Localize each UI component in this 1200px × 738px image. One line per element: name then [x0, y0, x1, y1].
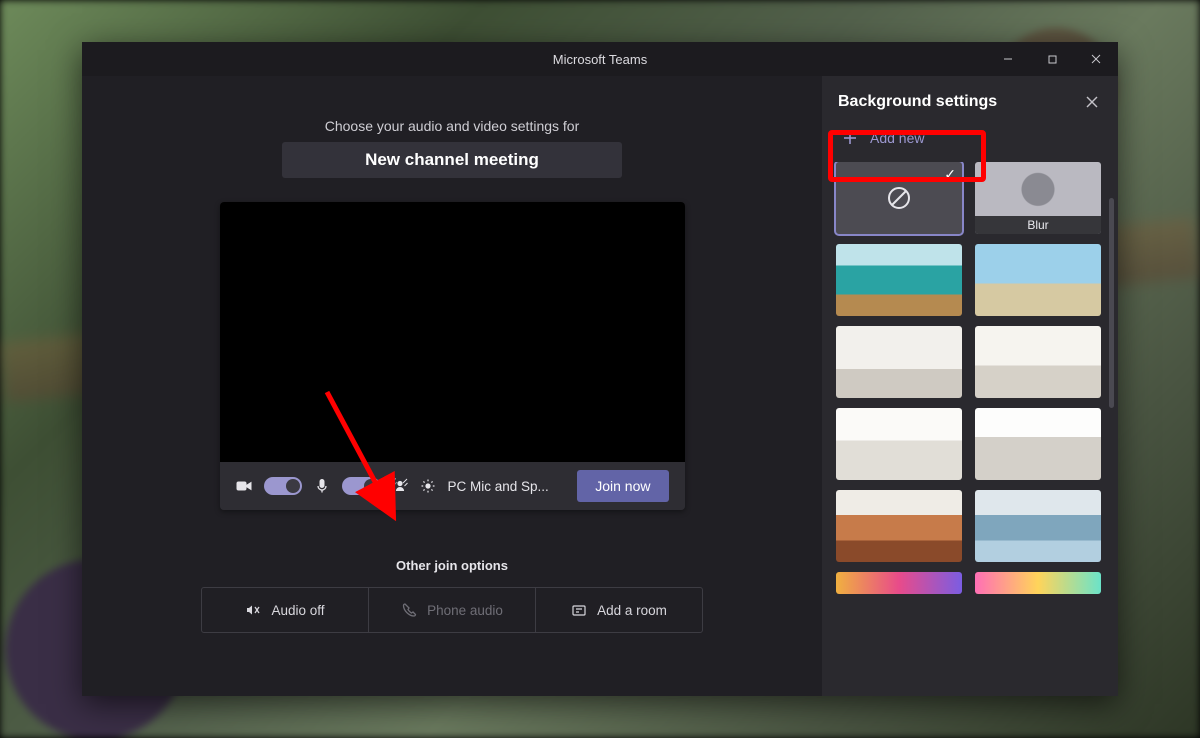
microphone-toggle[interactable] [342, 477, 380, 495]
maximize-button[interactable] [1030, 42, 1074, 76]
window-controls [986, 42, 1118, 76]
camera-toggle[interactable] [264, 477, 302, 495]
audio-off-button[interactable]: Audio off [202, 588, 369, 632]
minimize-button[interactable] [986, 42, 1030, 76]
device-settings-icon[interactable] [420, 478, 436, 494]
close-button[interactable] [1074, 42, 1118, 76]
meeting-name: New channel meeting [282, 142, 622, 178]
add-new-label: Add new [870, 130, 924, 146]
video-preview-card: PC Mic and Sp... Join now [220, 202, 685, 510]
audio-device-label[interactable]: PC Mic and Sp... [448, 479, 549, 494]
window-title: Microsoft Teams [553, 52, 647, 67]
phone-icon [401, 602, 417, 618]
room-icon [571, 602, 587, 618]
add-room-button[interactable]: Add a room [536, 588, 702, 632]
video-preview [220, 202, 685, 462]
join-now-button[interactable]: Join now [577, 470, 668, 502]
background-none-tile[interactable]: ✓ [836, 162, 962, 234]
background-image-tile[interactable] [836, 490, 962, 562]
phone-audio-label: Phone audio [427, 603, 503, 618]
background-image-tile[interactable] [836, 244, 962, 316]
background-image-tile[interactable] [975, 326, 1101, 398]
background-settings-panel: Background settings Add new ✓ [822, 76, 1118, 696]
panel-scrollbar[interactable] [1109, 198, 1114, 408]
background-image-tile[interactable] [836, 326, 962, 398]
phone-audio-button: Phone audio [369, 588, 536, 632]
background-image-tile[interactable] [836, 408, 962, 480]
background-image-tile[interactable] [975, 244, 1101, 316]
teams-window: Microsoft Teams Choose your audio and vi… [82, 42, 1118, 696]
blur-label: Blur [975, 216, 1101, 234]
background-image-tile[interactable] [975, 408, 1101, 480]
background-blur-tile[interactable]: Blur [975, 162, 1101, 234]
close-panel-button[interactable] [1082, 92, 1102, 112]
other-options-heading: Other join options [396, 558, 508, 573]
add-room-label: Add a room [597, 603, 667, 618]
background-image-tile[interactable] [975, 490, 1101, 562]
background-grid: ✓ Blur [822, 162, 1118, 608]
background-image-tile[interactable] [836, 572, 962, 594]
none-icon [886, 185, 912, 211]
title-bar: Microsoft Teams [82, 42, 1118, 76]
prejoin-area: Choose your audio and video settings for… [82, 76, 822, 696]
other-options-row: Audio off Phone audio Add a room [201, 587, 703, 633]
microphone-icon [314, 478, 330, 494]
panel-title: Background settings [838, 93, 997, 111]
settings-heading: Choose your audio and video settings for [325, 118, 580, 134]
camera-icon [236, 478, 252, 494]
plus-icon [842, 130, 858, 146]
speaker-off-icon [245, 602, 261, 618]
background-effects-icon[interactable] [392, 478, 408, 494]
add-new-background-button[interactable]: Add new [834, 122, 1106, 154]
checkmark-icon: ✓ [944, 166, 956, 183]
background-image-tile[interactable] [975, 572, 1101, 594]
audio-off-label: Audio off [271, 603, 324, 618]
av-control-bar: PC Mic and Sp... Join now [220, 462, 685, 510]
